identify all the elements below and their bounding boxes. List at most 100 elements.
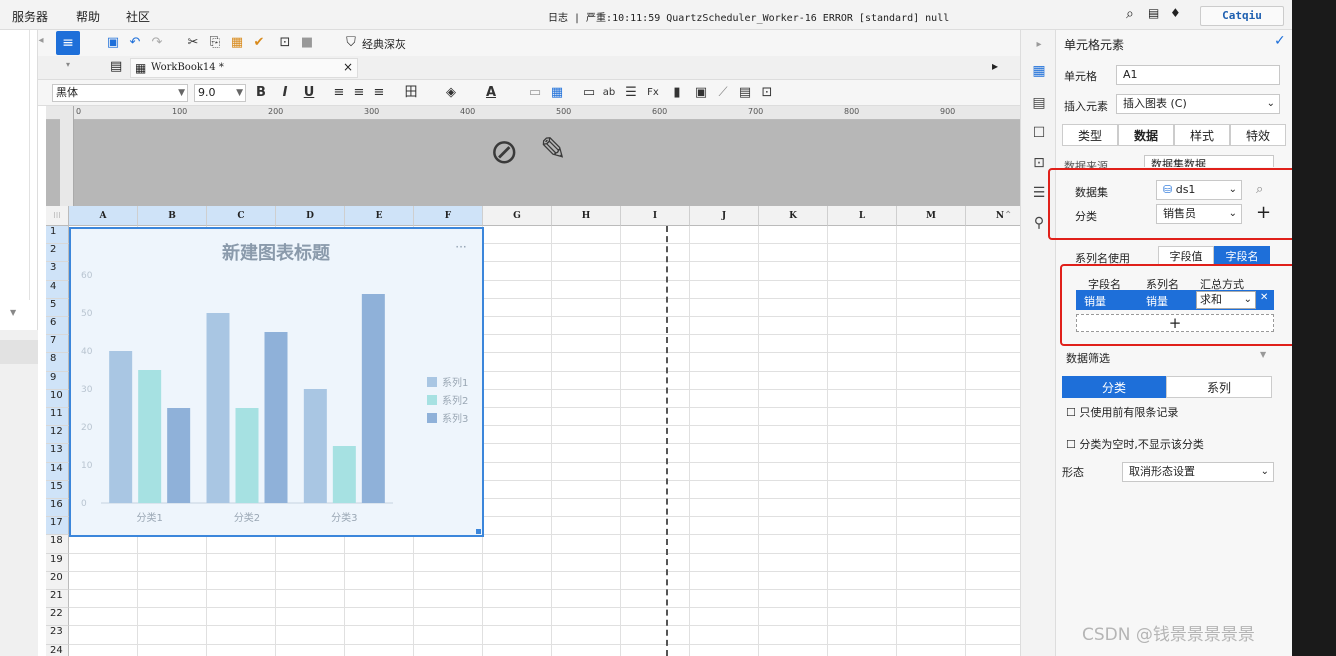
fill-color-icon[interactable]: ◈: [442, 84, 460, 102]
row-header[interactable]: 10: [46, 389, 69, 408]
border-icon[interactable]: 田: [402, 84, 420, 102]
column-header[interactable]: C: [207, 206, 276, 226]
save-icon[interactable]: ▣: [104, 34, 122, 52]
underline-icon[interactable]: U: [300, 84, 318, 102]
limit-records-checkbox[interactable]: ☐ 只使用前有限条记录: [1066, 404, 1178, 420]
redo-icon[interactable]: ↷: [148, 34, 166, 52]
filter-tab-series[interactable]: 系列: [1166, 376, 1272, 398]
check-icon[interactable]: ✓: [1274, 33, 1286, 49]
tab-workbook14[interactable]: ▦ WorkBook14 * ×: [130, 58, 358, 78]
resize-handle[interactable]: [476, 529, 481, 534]
format-painter-icon[interactable]: ✔: [250, 34, 268, 52]
series-by-field-option[interactable]: 字段名: [1214, 246, 1270, 266]
column-header[interactable]: M: [897, 206, 966, 226]
floating-element-icon[interactable]: ⊡: [1030, 154, 1048, 172]
tab-menu-icon[interactable]: ▸: [992, 59, 998, 73]
row-header[interactable]: 15: [46, 480, 69, 499]
paste-icon[interactable]: ▦: [228, 34, 246, 52]
image-icon[interactable]: ▣: [692, 84, 710, 102]
copy-icon[interactable]: ⎘: [206, 34, 224, 52]
row-header[interactable]: 5: [46, 298, 69, 317]
cell-attribute-icon[interactable]: ▤: [1030, 94, 1048, 112]
scroll-up-icon[interactable]: ⌃: [1004, 210, 1012, 221]
insert-chart-icon[interactable]: ▮: [668, 84, 686, 102]
menu-help[interactable]: 帮助: [76, 8, 100, 25]
preview-icon[interactable]: ⊡: [276, 34, 294, 52]
column-header[interactable]: B: [138, 206, 207, 226]
row-header[interactable]: 1: [46, 226, 69, 245]
row-header[interactable]: 12: [46, 426, 69, 445]
tab-type[interactable]: 类型: [1062, 124, 1118, 146]
condition-icon[interactable]: ☰: [1030, 184, 1048, 202]
collapse-arrow-icon[interactable]: ▼: [10, 308, 16, 317]
user-badge[interactable]: Catqiu: [1200, 6, 1284, 26]
widget-icon[interactable]: ☐: [1030, 124, 1048, 142]
font-color-icon[interactable]: A: [482, 84, 500, 102]
bold-icon[interactable]: B: [252, 84, 270, 102]
row-header[interactable]: 6: [46, 317, 69, 336]
column-header[interactable]: L: [828, 206, 897, 226]
row-header[interactable]: 3: [46, 262, 69, 281]
menu-server[interactable]: 服务器: [12, 8, 48, 25]
row-header[interactable]: 13: [46, 444, 69, 463]
shape-select[interactable]: 取消形态设置 ⌄: [1122, 462, 1274, 482]
textfield-icon[interactable]: ▭: [580, 84, 598, 102]
cell-input[interactable]: A1: [1116, 65, 1280, 85]
row-header[interactable]: 17: [46, 517, 69, 536]
document-icon[interactable]: ▤: [1148, 6, 1159, 20]
row-header[interactable]: 4: [46, 280, 69, 299]
row-header[interactable]: 9: [46, 371, 69, 390]
font-size-select[interactable]: 9.0 ▼: [194, 84, 246, 102]
row-header[interactable]: 20: [46, 571, 69, 590]
row-header[interactable]: 24: [46, 644, 69, 656]
edit-pencil-icon[interactable]: ✎: [540, 130, 567, 168]
chevron-down-icon[interactable]: ▾: [66, 60, 70, 69]
template-style-icon[interactable]: ⛉: [342, 34, 360, 52]
align-right-icon[interactable]: ≡: [370, 84, 388, 102]
hide-empty-category-checkbox[interactable]: ☐ 分类为空时,不显示该分类: [1066, 436, 1204, 452]
column-header[interactable]: K: [759, 206, 828, 226]
log-status[interactable]: 日志 | 严重:10:11:59 QuartzScheduler_Worker-…: [548, 9, 949, 24]
data-source-select[interactable]: 数据集数据: [1144, 155, 1274, 167]
menu-community[interactable]: 社区: [126, 8, 150, 25]
column-header[interactable]: D: [276, 206, 345, 226]
table-icon[interactable]: ▦: [548, 84, 566, 102]
slash-icon[interactable]: ⟋: [714, 84, 732, 102]
cut-icon[interactable]: ✂: [184, 34, 202, 52]
row-header[interactable]: 23: [46, 626, 69, 645]
cell-element-icon[interactable]: ▦: [1030, 62, 1048, 80]
column-header[interactable]: A: [69, 206, 138, 226]
grid-icon[interactable]: ■: [298, 34, 316, 52]
insert-element-select[interactable]: 插入图表 (C) ⌄: [1116, 94, 1280, 114]
row-header[interactable]: 8: [46, 353, 69, 372]
tab-effect[interactable]: 特效: [1230, 124, 1286, 146]
align-left-icon[interactable]: ≡: [330, 84, 348, 102]
italic-icon[interactable]: I: [276, 84, 294, 102]
text-icon[interactable]: ab: [600, 84, 618, 102]
column-header[interactable]: I: [621, 206, 690, 226]
bell-icon[interactable]: ♦: [1170, 6, 1181, 20]
new-template-icon[interactable]: ≡: [56, 31, 80, 55]
align-center-icon[interactable]: ≡: [350, 84, 368, 102]
search-icon[interactable]: ⌕: [1126, 6, 1134, 22]
column-header[interactable]: H: [552, 206, 621, 226]
collapse-left-icon[interactable]: ◂: [32, 32, 50, 50]
chevron-down-icon[interactable]: ▼: [1260, 350, 1266, 359]
tab-style[interactable]: 样式: [1174, 124, 1230, 146]
series-by-value-option[interactable]: 字段值: [1158, 246, 1214, 266]
undo-icon[interactable]: ↶: [126, 34, 144, 52]
select-all-corner[interactable]: ⁝⁝⁝: [46, 206, 69, 226]
chart-container[interactable]: 新建图表标题 ··· 0 10 20 30 40 50 60 分类1 分类2 分类3 系列1 系列2 系列3: [69, 227, 484, 537]
font-family-select[interactable]: 黑体 ▼: [52, 84, 188, 102]
row-header[interactable]: 16: [46, 499, 69, 518]
filter-tab-category[interactable]: 分类: [1062, 376, 1166, 398]
row-header[interactable]: 18: [46, 535, 69, 554]
hide-eye-icon[interactable]: ⊘: [490, 132, 519, 172]
row-header[interactable]: 7: [46, 335, 69, 354]
row-header[interactable]: 21: [46, 590, 69, 609]
template-style-label[interactable]: 经典深灰: [362, 36, 406, 52]
column-header[interactable]: J: [690, 206, 759, 226]
row-header[interactable]: 22: [46, 608, 69, 627]
row-header[interactable]: 14: [46, 462, 69, 481]
richtext-icon[interactable]: ☰: [622, 84, 640, 102]
